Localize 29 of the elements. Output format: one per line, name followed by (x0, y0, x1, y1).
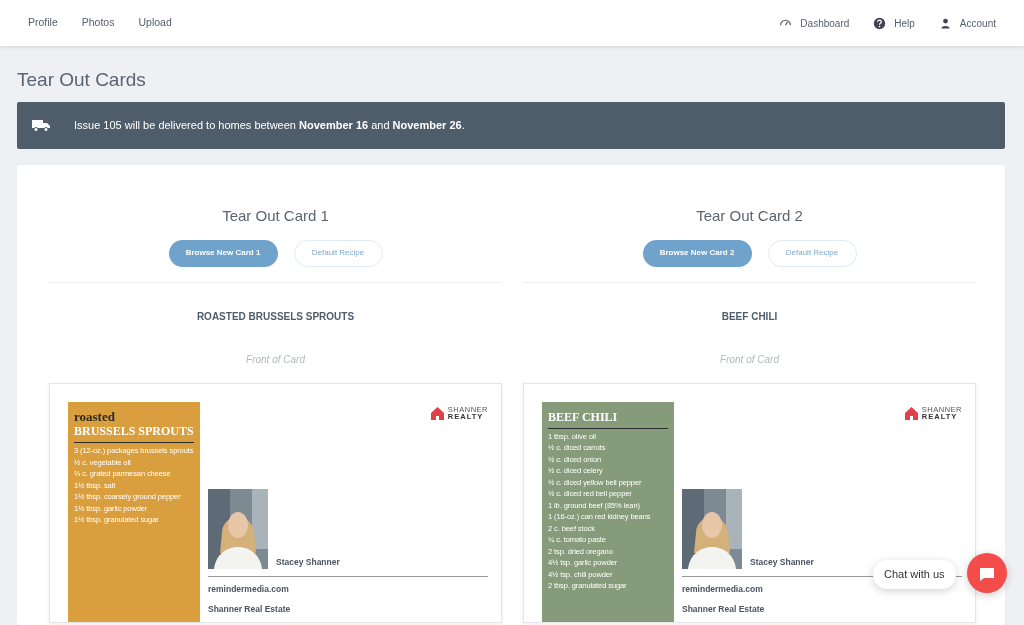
side-label: Front of Card (719, 352, 781, 367)
page-title: Tear Out Cards (17, 68, 147, 92)
house-icon (430, 406, 444, 420)
banner-text: Issue 105 will be delivered to homes between November 16 and November 26. (74, 118, 465, 134)
chat-label[interactable]: Chat with us (873, 560, 956, 589)
recipe-subtitle: roasted (74, 409, 116, 424)
agent-name: Stacey Shanner (750, 555, 814, 569)
recipe-name: ROASTED BRUSSELS SPROUTS (195, 309, 356, 324)
card-heading: Tear Out Card 1 (221, 206, 330, 226)
side-label: Front of Card (245, 352, 307, 367)
company-name: Shanner Real Estate (208, 603, 291, 616)
recipe-name: BEEF CHILI (720, 309, 779, 324)
nav-link[interactable]: Dashboard (779, 15, 850, 31)
nav-link[interactable]: Upload (138, 15, 172, 31)
company-name: Shanner Real Estate (682, 603, 765, 616)
truck-icon (32, 119, 50, 132)
nav-link[interactable]: Help (873, 15, 915, 31)
card-heading: Tear Out Card 2 (695, 206, 804, 226)
website-text: remindermedia.com (682, 582, 763, 596)
help-icon (873, 16, 887, 30)
website-text: remindermedia.com (208, 582, 289, 596)
nav-link[interactable]: Photos (81, 15, 115, 31)
recipe-title: BRUSSELS SPROUTS (74, 423, 194, 439)
chat-icon (979, 565, 995, 582)
house-icon (904, 406, 918, 420)
recipe-title: BEEF CHILI (548, 409, 619, 424)
agent-name: Stacey Shanner (276, 555, 340, 569)
nav-link[interactable]: Account (938, 15, 996, 31)
nav-link[interactable]: Profile (28, 15, 58, 31)
